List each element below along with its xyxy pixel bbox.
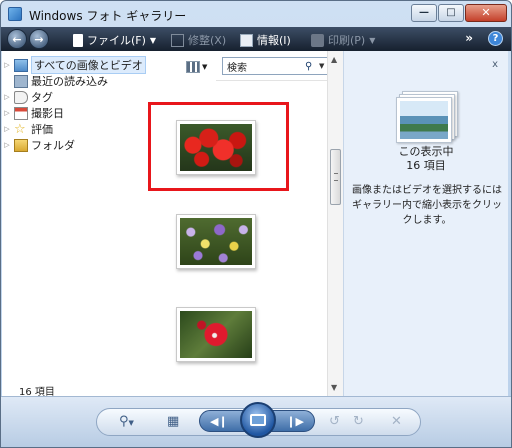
file-menu[interactable]: ファイル(F) ▼ (73, 32, 156, 48)
close-button[interactable]: ✕ (465, 4, 507, 22)
thumbnail-image (180, 218, 252, 265)
back-button[interactable]: ← (7, 29, 27, 49)
photo-stack-icon (396, 91, 458, 145)
nav-item-label: タグ (31, 91, 53, 104)
minimize-button[interactable]: — (411, 4, 437, 22)
close-icon: ✕ (481, 6, 491, 19)
info-icon (240, 33, 253, 47)
calendar-icon (14, 106, 28, 120)
close-pane-icon[interactable]: x (492, 59, 498, 70)
nav-item-folders[interactable]: ▷ フォルダ (2, 137, 75, 153)
thumbnail-image (180, 311, 252, 358)
back-arrow-icon: ← (12, 32, 22, 46)
file-menu-label: ファイル(F) (87, 34, 146, 47)
photo-gallery-window: Windows フォト ギャラリー — □ ✕ ← → ファイル(F) ▼ 修整… (0, 0, 512, 448)
search-input[interactable]: 検索 (223, 59, 305, 74)
info-count: 16 項目 (406, 159, 446, 172)
nav-item-label: フォルダ (31, 139, 75, 152)
divider (216, 80, 336, 81)
view-mode-button[interactable]: ▼ (186, 61, 207, 73)
photos-icon (14, 58, 28, 72)
info-hint: 画像またはビデオを選択するにはギャラリー内で縮小表示をクリックします。 (352, 185, 502, 226)
info-button[interactable]: 情報(I) (240, 32, 291, 48)
grip-icon (334, 173, 338, 181)
nav-item-recent-import[interactable]: 最近の読み込み (2, 73, 108, 89)
import-icon (14, 74, 28, 88)
slideshow-button[interactable] (240, 402, 276, 438)
actual-size-icon[interactable]: ▦ (167, 414, 179, 429)
thumbnail-camellia[interactable] (176, 307, 256, 362)
expand-icon[interactable]: ▷ (2, 93, 12, 101)
nav-item-label: すべての画像とビデオ (31, 56, 146, 74)
delete-icon[interactable]: ✕ (391, 414, 402, 429)
file-icon (73, 33, 83, 47)
previous-icon[interactable]: ◀❙ (210, 415, 228, 428)
nav-item-date-taken[interactable]: ▷ 撮影日 (2, 105, 64, 121)
window-title: Windows フォト ギャラリー (29, 9, 187, 23)
info-pane: x この表示中 16 項目 画像またはビデオを選択するにはギャラリー内で縮小表示… (343, 51, 508, 396)
scroll-up-icon[interactable]: ▲ (331, 55, 337, 64)
help-icon[interactable]: ? (488, 31, 503, 46)
next-icon[interactable]: ❙▶ (286, 415, 304, 428)
folder-icon (14, 138, 28, 152)
nav-item-rating[interactable]: ▷ ☆ 評価 (2, 121, 53, 137)
print-menu-label: 印刷(P) (328, 34, 366, 47)
rotate-right-icon[interactable]: ↻ (353, 414, 364, 429)
star-icon: ☆ (14, 121, 26, 137)
thumbnail-pansy[interactable] (176, 214, 256, 269)
chevron-down-icon: ▼ (149, 35, 157, 45)
search-icon[interactable]: ⚲ (305, 61, 319, 72)
info-button-label: 情報(I) (257, 34, 291, 47)
highlight-box (148, 102, 289, 191)
chevron-down-icon: ▼ (202, 63, 208, 71)
chevron-down-icon: ▼ (369, 35, 376, 45)
print-menu[interactable]: 印刷(P) ▼ (311, 32, 375, 48)
toolbar: ← → ファイル(F) ▼ 修整(X) 情報(I) 印刷(P) ▼ » ? (1, 27, 511, 51)
printer-icon (311, 33, 324, 47)
tag-icon (14, 90, 28, 104)
expand-icon[interactable]: ▷ (2, 125, 12, 133)
maximize-icon: □ (446, 7, 456, 18)
search-box[interactable]: 検索 ⚲ ▼ (222, 57, 332, 75)
nav-item-label: 最近の読み込み (31, 75, 108, 88)
expand-icon[interactable]: ▷ (2, 109, 12, 117)
nav-item-tags[interactable]: ▷ タグ (2, 89, 53, 105)
maximize-button[interactable]: □ (438, 4, 464, 22)
fix-icon (171, 33, 184, 47)
fix-button-label: 修整(X) (188, 34, 227, 47)
slideshow-icon (250, 414, 266, 426)
expand-icon[interactable]: ▷ (2, 61, 12, 69)
nav-item-label: 評価 (31, 123, 53, 136)
window-controls: — □ ✕ (411, 4, 507, 22)
title-bar: Windows フォト ギャラリー — □ ✕ (1, 1, 511, 27)
thumbnail-view-icon (186, 61, 200, 73)
zoom-icon[interactable]: ⚲▼ (119, 414, 134, 429)
nav-item-label: 撮影日 (31, 107, 64, 120)
minimize-icon: — (419, 7, 429, 18)
scroll-down-icon[interactable]: ▼ (331, 383, 337, 392)
rotate-left-icon[interactable]: ↺ (329, 414, 340, 429)
app-icon (8, 7, 22, 21)
vertical-scrollbar[interactable]: ▲ ▼ (327, 51, 343, 396)
fix-button[interactable]: 修整(X) (171, 32, 226, 48)
scrollbar-thumb[interactable] (330, 149, 341, 205)
navigation-pane: ▷ すべての画像とビデオ 最近の読み込み ▷ タグ ▷ 撮影日 ▷ ☆ 評価 ▷… (2, 51, 158, 396)
bottom-control-bar: ⚲▼ ▦ ◀❙ ❙▶ ↺ ↻ ✕ (1, 396, 511, 447)
more-icon[interactable]: » (465, 31, 473, 45)
expand-icon[interactable]: ▷ (2, 141, 12, 149)
forward-arrow-icon: → (34, 32, 44, 46)
forward-button[interactable]: → (29, 29, 49, 49)
nav-item-all-photos[interactable]: ▷ すべての画像とビデオ (2, 56, 146, 74)
